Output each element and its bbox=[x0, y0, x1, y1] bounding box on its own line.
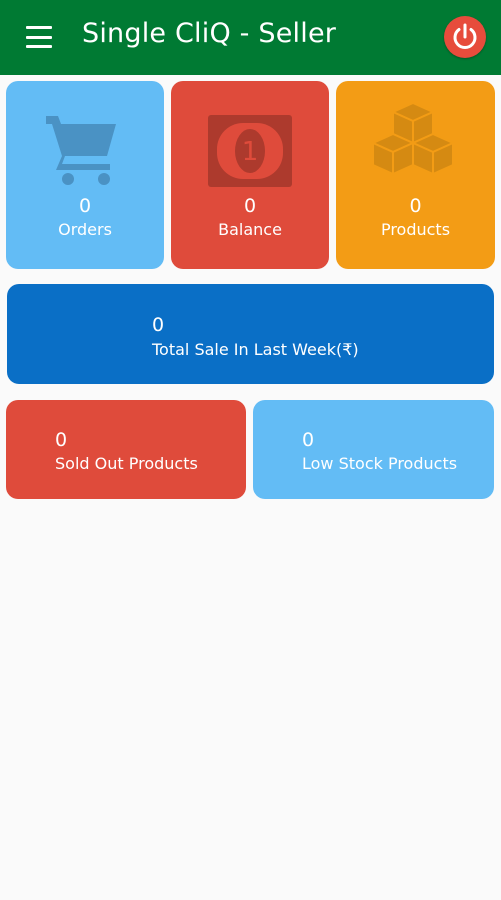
banknote-icon: 1 bbox=[208, 115, 292, 187]
weekly-sale-tile[interactable]: 0 Total Sale In Last Week(₹) bbox=[7, 284, 494, 384]
app-title: Single CliQ - Seller bbox=[82, 18, 337, 49]
sold-out-label: Sold Out Products bbox=[55, 454, 198, 473]
svg-text:1: 1 bbox=[242, 137, 259, 167]
weekly-sale-amount: 0 bbox=[152, 314, 165, 336]
boxes-icon bbox=[370, 101, 456, 176]
power-icon[interactable] bbox=[444, 16, 486, 58]
orders-count: 0 bbox=[78, 195, 92, 217]
orders-label: Orders bbox=[58, 220, 112, 239]
balance-amount: 0 bbox=[243, 195, 257, 217]
balance-tile[interactable]: 1 0 Balance bbox=[171, 81, 329, 269]
low-stock-count: 0 bbox=[302, 429, 315, 451]
low-stock-label: Low Stock Products bbox=[302, 454, 458, 473]
balance-label: Balance bbox=[218, 220, 282, 239]
weekly-sale-label: Total Sale In Last Week(₹) bbox=[152, 340, 359, 359]
hamburger-menu-icon[interactable] bbox=[22, 24, 56, 50]
orders-tile[interactable]: 0 Orders bbox=[6, 81, 164, 269]
products-count: 0 bbox=[409, 195, 422, 217]
sold-out-products-tile[interactable]: 0 Sold Out Products bbox=[6, 400, 246, 499]
products-tile[interactable]: 0 Products bbox=[336, 81, 495, 269]
app-bar: Single CliQ - Seller bbox=[0, 0, 501, 75]
sold-out-count: 0 bbox=[55, 429, 68, 451]
products-label: Products bbox=[380, 220, 451, 239]
low-stock-products-tile[interactable]: 0 Low Stock Products bbox=[253, 400, 494, 499]
shopping-cart-icon bbox=[46, 116, 116, 185]
